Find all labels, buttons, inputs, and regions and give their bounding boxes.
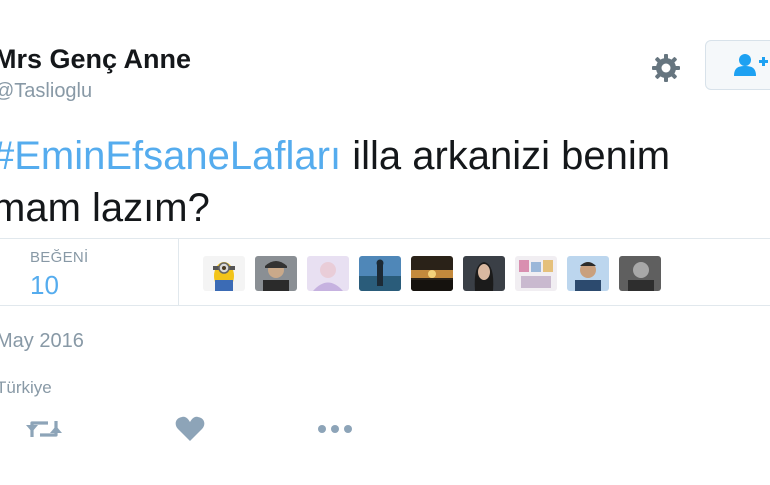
retweet-button[interactable] — [26, 414, 62, 444]
follow-button[interactable] — [705, 40, 770, 90]
avatar[interactable] — [619, 256, 661, 291]
likes-count: 10 — [30, 270, 59, 300]
follow-user-icon — [734, 54, 768, 76]
tweet-text: #EminEfsaneLafları illa arkanizi benim m… — [0, 130, 770, 234]
likes-label: BEĞENİ — [30, 249, 89, 266]
liker-avatars — [203, 256, 661, 291]
more-icon — [318, 425, 352, 433]
display-name[interactable]: Mrs Genç Anne — [0, 44, 191, 75]
like-button[interactable] — [175, 414, 205, 444]
avatar[interactable] — [255, 256, 297, 291]
avatar[interactable] — [463, 256, 505, 291]
tweet-line-2: mam lazım? — [0, 186, 210, 230]
settings-button[interactable] — [648, 50, 684, 86]
avatar[interactable] — [515, 256, 557, 291]
heart-icon — [175, 416, 205, 441]
tweet-line-1: #EminEfsaneLafları illa arkanizi benim — [0, 130, 770, 182]
gear-icon — [652, 54, 680, 82]
avatar[interactable] — [567, 256, 609, 291]
stats-divider — [178, 239, 179, 305]
tweet-location[interactable]: Türkiye — [0, 378, 52, 398]
avatar[interactable] — [307, 256, 349, 291]
stats-bar: BEĞENİ 10 — [0, 238, 770, 306]
avatar[interactable] — [411, 256, 453, 291]
more-button[interactable] — [316, 414, 354, 444]
user-handle[interactable]: @Taslioglu — [0, 80, 92, 103]
tweet-date[interactable]: May 2016 — [0, 330, 84, 353]
avatar[interactable] — [359, 256, 401, 291]
avatar[interactable] — [203, 256, 245, 291]
retweet-icon — [26, 421, 62, 437]
hashtag-link[interactable]: #EminEfsaneLafları — [0, 134, 341, 178]
likes-stat[interactable]: BEĞENİ 10 — [30, 249, 88, 301]
tweet-text-part: illa arkanizi benim — [341, 134, 671, 178]
